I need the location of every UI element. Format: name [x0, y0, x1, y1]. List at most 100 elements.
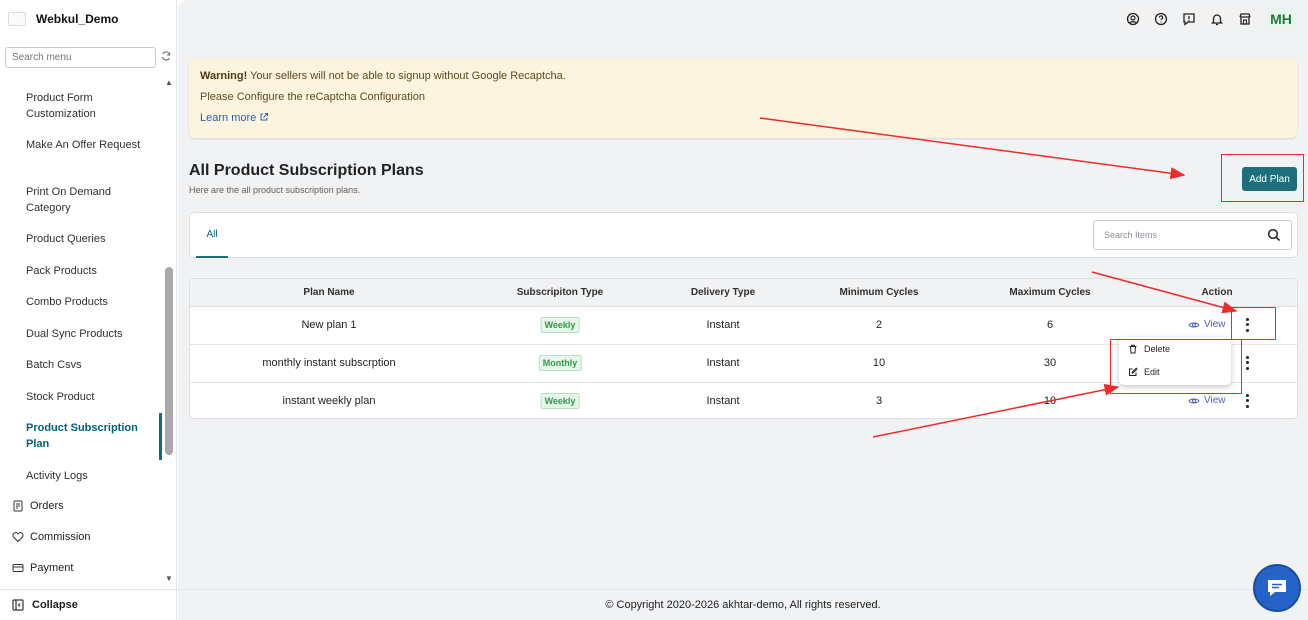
topbar: MH	[1126, 8, 1296, 30]
sidebar-item-combo-products[interactable]: Combo Products	[26, 294, 156, 310]
more-actions-icon[interactable]	[1242, 355, 1252, 371]
sidebar-item-label: Orders	[30, 500, 64, 512]
avatar[interactable]: MH	[1266, 8, 1296, 30]
sidebar-item-print-on-demand-category[interactable]: Print On Demand Category	[26, 184, 156, 216]
chat-button[interactable]	[1253, 564, 1301, 612]
sidebar-item-product-subscription-plan[interactable]: Product Subscription Plan	[26, 420, 156, 452]
page-title: All Product Subscription Plans	[189, 162, 424, 179]
brand-logo-icon	[8, 12, 26, 26]
more-actions-icon[interactable]	[1242, 317, 1252, 333]
learn-more-label[interactable]: Learn more	[200, 112, 256, 124]
sidebar-item-label: Commission	[30, 531, 91, 543]
search-items-input[interactable]: Search Items	[1093, 220, 1292, 250]
sidebar-item-orders[interactable]: Orders	[12, 500, 64, 512]
sidebar-item-dual-sync-products[interactable]: Dual Sync Products	[26, 326, 156, 342]
main-content: MH Warning! Your sellers will not be abl…	[178, 0, 1308, 589]
page-subtitle: Here are the all product subscription pl…	[189, 185, 361, 195]
help-icon[interactable]	[1154, 12, 1168, 26]
delivery-type-cell: Instant	[706, 357, 740, 369]
subscription-type-badge: Monthly	[538, 355, 582, 371]
feedback-icon[interactable]	[1182, 12, 1196, 26]
collapse-label: Collapse	[32, 599, 78, 611]
view-link[interactable]: View	[1188, 395, 1226, 406]
delivery-type-cell: Instant	[706, 395, 740, 407]
max-cycles-cell: 10	[1043, 395, 1057, 407]
bell-icon[interactable]	[1210, 12, 1224, 26]
sidebar-item-pack-products[interactable]: Pack Products	[26, 263, 156, 279]
configure-text: Please Configure the reCaptcha Configura…	[200, 91, 426, 103]
eye-icon	[1188, 322, 1200, 327]
warning-label: Warning!	[200, 70, 248, 82]
warning-text: Your sellers will not be able to signup …	[247, 70, 566, 82]
subscription-type-badge: Weekly	[540, 317, 580, 333]
copyright-text: © Copyright 2020-2026 akhtar-demo, All r…	[605, 599, 881, 611]
column-header-maximum-cycles: Maximum Cycles	[1009, 287, 1091, 298]
eye-icon	[1188, 398, 1200, 403]
table-row: instant weekly plan Weekly Instant 3 10 …	[190, 383, 1297, 421]
user-circle-icon[interactable]	[1126, 12, 1140, 26]
plan-name-cell: instant weekly plan	[282, 395, 376, 407]
external-link-icon	[260, 113, 269, 121]
plan-name-cell: New plan 1	[301, 319, 357, 331]
brand-name: Webkul_Demo	[36, 12, 119, 26]
sidebar-item-make-an-offer-request[interactable]: Make An Offer Request	[26, 137, 156, 153]
learn-more-link[interactable]: Learn more	[200, 111, 1286, 132]
payment-icon	[12, 564, 24, 572]
tab-all[interactable]: All	[196, 213, 228, 258]
edit-label: Edit	[1144, 367, 1160, 377]
more-actions-icon[interactable]	[1242, 393, 1252, 409]
sidebar-item-product-form-customization[interactable]: Product Form Customization	[26, 90, 156, 122]
sidebar-item-stock-product[interactable]: Stock Product	[26, 389, 156, 405]
edit-icon	[1129, 367, 1138, 376]
sidebar-item-commission[interactable]: Commission	[12, 531, 91, 543]
column-header-action: Action	[1201, 287, 1233, 298]
tabs-card: All Search Items	[189, 212, 1298, 258]
sidebar-scrollbar-thumb[interactable]	[165, 267, 173, 455]
chat-icon	[1268, 580, 1286, 596]
view-label: View	[1204, 395, 1226, 406]
store-icon[interactable]	[1238, 12, 1252, 26]
active-indicator	[159, 413, 162, 460]
sidebar-item-product-queries[interactable]: Product Queries	[26, 231, 156, 247]
footer: © Copyright 2020-2026 akhtar-demo, All r…	[178, 589, 1308, 620]
min-cycles-cell: 10	[872, 357, 886, 369]
view-label: View	[1204, 319, 1226, 330]
table-header: Plan Name Subscripiton Type Delivery Typ…	[190, 279, 1297, 307]
collapse-icon	[12, 599, 24, 611]
max-cycles-cell: 30	[1043, 357, 1057, 369]
plan-name-cell: monthly instant subscrption	[262, 357, 396, 369]
refresh-icon[interactable]	[161, 51, 171, 61]
scroll-down-arrow-icon[interactable]: ▼	[165, 574, 173, 583]
orders-icon	[13, 500, 23, 512]
column-header-subscription-type: Subscripiton Type	[516, 287, 604, 298]
trash-icon	[1129, 344, 1137, 354]
commission-icon	[12, 532, 24, 543]
sidebar-item-label: Payment	[30, 562, 74, 574]
scroll-up-arrow-icon[interactable]: ▲	[165, 78, 173, 87]
delivery-type-cell: Instant	[706, 319, 740, 331]
delete-menu-item[interactable]: Delete	[1128, 344, 1170, 354]
column-header-delivery-type: Delivery Type	[690, 287, 756, 298]
search-icon[interactable]	[1267, 228, 1281, 242]
subscription-type-badge: Weekly	[540, 393, 580, 409]
sidebar: Webkul_Demo Product Form Customization M…	[0, 0, 177, 620]
delete-label: Delete	[1144, 344, 1171, 354]
column-header-plan-name: Plan Name	[303, 287, 355, 298]
collapse-button[interactable]: Collapse	[0, 589, 177, 620]
sidebar-item-batch-csvs[interactable]: Batch Csvs	[26, 357, 156, 373]
view-link[interactable]: View	[1188, 319, 1226, 330]
search-placeholder: Search Items	[1104, 230, 1158, 240]
recaptcha-warning-banner: Warning! Your sellers will not be able t…	[189, 58, 1297, 138]
max-cycles-cell: 6	[1046, 319, 1054, 331]
add-plan-button[interactable]: Add Plan	[1242, 167, 1297, 191]
min-cycles-cell: 3	[875, 395, 883, 407]
edit-menu-item[interactable]: Edit	[1128, 367, 1160, 377]
sidebar-item-activity-logs[interactable]: Activity Logs	[26, 468, 156, 484]
min-cycles-cell: 2	[875, 319, 883, 331]
column-header-minimum-cycles: Minimum Cycles	[839, 287, 919, 298]
brand[interactable]: Webkul_Demo	[8, 12, 118, 26]
sidebar-item-payment[interactable]: Payment	[12, 562, 73, 574]
search-menu-input[interactable]	[5, 47, 156, 68]
warning-line: Warning! Your sellers will not be able t…	[200, 69, 1286, 90]
action-dropdown-menu: Delete Edit	[1119, 337, 1231, 385]
